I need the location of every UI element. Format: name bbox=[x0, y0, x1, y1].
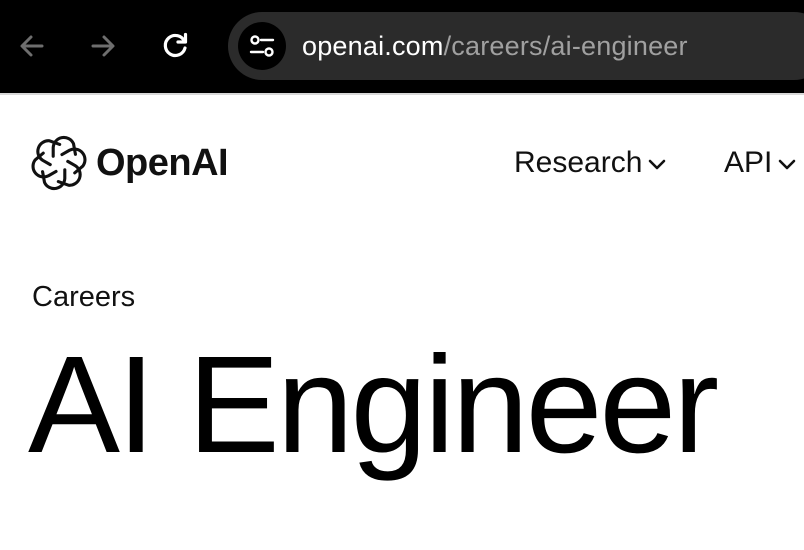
arrow-right-icon bbox=[91, 35, 115, 57]
openai-logo-icon bbox=[31, 135, 87, 191]
site-logo[interactable]: OpenAI bbox=[30, 134, 229, 192]
breadcrumb-careers[interactable]: Careers bbox=[32, 281, 135, 314]
chevron-down-icon bbox=[779, 159, 796, 170]
site-info-button[interactable] bbox=[238, 22, 286, 70]
page-title: AI Engineer bbox=[28, 328, 719, 482]
nav-research[interactable]: Research bbox=[514, 146, 666, 180]
url-host: openai.com bbox=[302, 31, 444, 61]
chevron-down-icon bbox=[649, 159, 666, 170]
arrow-left-icon bbox=[20, 35, 44, 57]
nav-research-label: Research bbox=[514, 146, 643, 179]
back-button[interactable] bbox=[12, 26, 52, 66]
url-path: /careers/ai-engineer bbox=[443, 31, 688, 61]
logo-text: OpenAI bbox=[96, 141, 229, 184]
browser-toolbar: openai.com/careers/ai-engineer bbox=[0, 0, 804, 93]
nav-api-label: API bbox=[724, 146, 773, 179]
tune-icon bbox=[249, 35, 275, 57]
address-bar[interactable]: openai.com/careers/ai-engineer bbox=[228, 12, 804, 80]
nav-api[interactable]: API bbox=[724, 146, 796, 180]
reload-icon bbox=[163, 32, 188, 58]
toolbar-divider bbox=[0, 93, 804, 95]
forward-button[interactable] bbox=[83, 26, 123, 66]
url-text[interactable]: openai.com/careers/ai-engineer bbox=[302, 29, 688, 63]
reload-button[interactable] bbox=[156, 26, 196, 66]
